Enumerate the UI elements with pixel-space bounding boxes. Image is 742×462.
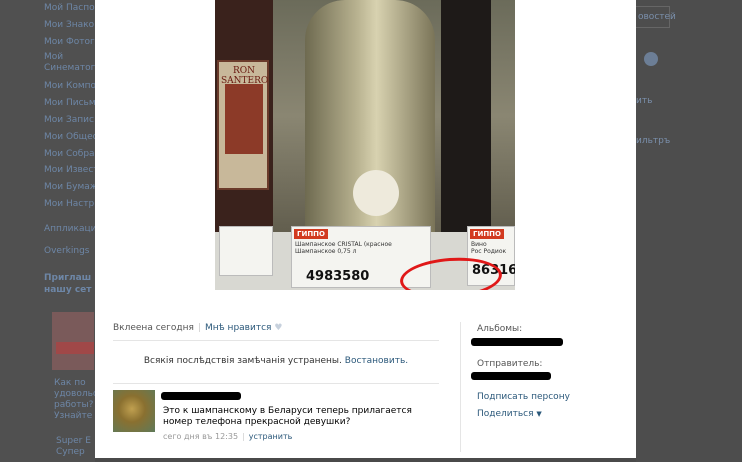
background-circle-icon xyxy=(644,52,658,66)
restored-notice: Всякія послѣдствія замѣчанія устранены. … xyxy=(143,356,409,366)
price-tag xyxy=(219,226,273,276)
background-super-text: Super E Супер xyxy=(56,436,91,457)
like-button[interactable]: Мнѣ нравится xyxy=(205,323,271,333)
price-value: 4983580 xyxy=(306,269,370,284)
photo[interactable]: RON SANTERO ГИППО Шампанское CRISTAL (кр… xyxy=(215,0,515,290)
menu-item: Мои Компо xyxy=(44,81,96,92)
dark-bottle xyxy=(441,0,491,250)
background-ad-text: Как по удовольст работы? Узнайте xyxy=(54,378,104,421)
photo-actions: Вклеена сегодня | Мнѣ нравится ♥ xyxy=(113,323,283,333)
comment-text: Это к шампанскому в Беларуси теперь прил… xyxy=(163,406,412,427)
comment-delete-link[interactable]: устранить xyxy=(249,432,293,441)
background-overkings-link: Overkings xyxy=(44,246,90,256)
comment-avatar[interactable] xyxy=(113,390,155,432)
sender-label: Отправитель: xyxy=(477,359,543,369)
chevron-down-icon[interactable]: ▼ xyxy=(536,410,541,418)
comment-time[interactable]: сего дня въ 12:35 xyxy=(163,432,238,441)
comment-meta: сего дня въ 12:35 | устранить xyxy=(163,432,293,441)
rum-bottle: RON SANTERO xyxy=(215,0,273,260)
menu-item: Мои Извест xyxy=(44,165,96,176)
menu-item: Мои Настр xyxy=(44,198,95,209)
tag-title: ГИППО xyxy=(294,229,328,239)
menu-item: Мои Знако xyxy=(44,19,95,30)
share-link[interactable]: Поделиться ▼ xyxy=(477,409,542,419)
rum-label-text: RON SANTERO xyxy=(221,66,269,86)
tag-title: ГИППО xyxy=(470,229,504,239)
menu-item: Мой Паспо xyxy=(44,3,95,13)
rum-label: RON SANTERO xyxy=(217,60,269,190)
divider xyxy=(113,383,439,384)
menu-item: Мои Запис xyxy=(44,114,94,125)
divider xyxy=(113,340,439,341)
heart-icon[interactable]: ♥ xyxy=(274,323,282,333)
background-right-text: ить xyxy=(636,96,653,106)
albums-label: Альбомы: xyxy=(477,324,523,334)
background-promo-title: Приглаш нашу сет xyxy=(44,273,92,295)
restore-link[interactable]: Востановить. xyxy=(345,356,408,366)
menu-item: Мои Собра xyxy=(44,148,95,159)
subscribe-link[interactable]: Подписать персону xyxy=(477,392,570,402)
background-right-text: ильтръ xyxy=(636,136,671,146)
menu-item: Мои Письм xyxy=(44,98,96,109)
background-right-column: овостей ить ильтръ xyxy=(636,0,742,462)
background-ad-image xyxy=(52,312,94,370)
background-apps-link: Аппликаци xyxy=(44,224,97,234)
background-news-tab: овостей xyxy=(636,6,676,28)
background-left-menu: Мой Паспо Мои Знако Мои Фотог Мой Синема… xyxy=(44,0,96,213)
menu-item: Мои Бумаж xyxy=(44,182,96,193)
sidebar-divider xyxy=(460,322,461,452)
photo-viewer-modal: RON SANTERO ГИППО Шампанское CRISTAL (кр… xyxy=(95,0,636,458)
champagne-seal xyxy=(353,170,399,216)
added-date: Вклеена сегодня xyxy=(113,323,194,333)
menu-item: Мои Фотог xyxy=(44,36,95,47)
album-name-redacted[interactable] xyxy=(471,338,563,346)
menu-item: Мои Общес xyxy=(44,131,96,142)
sender-name-redacted[interactable] xyxy=(471,372,551,380)
comment-author-redacted[interactable] xyxy=(161,392,241,400)
menu-item: Мой Синематограф xyxy=(44,52,96,74)
